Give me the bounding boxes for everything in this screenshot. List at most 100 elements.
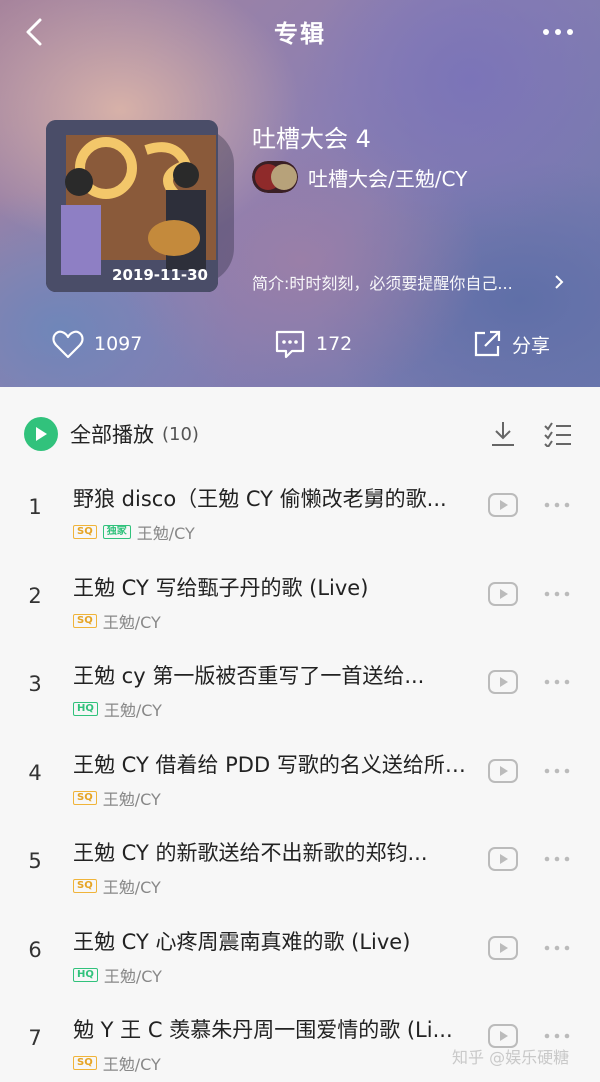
album-header: 专辑 2019-11-30 吐槽大会 4 吐槽大会/王勉/CY 简介:时时刻刻，… (0, 0, 600, 387)
song-count: (10) (162, 423, 199, 445)
song-artist: 王勉/CY (102, 1055, 161, 1074)
song-index: 6 (28, 937, 42, 962)
like-count: 1097 (94, 333, 143, 355)
artist-link[interactable]: 吐槽大会/王勉/CY (252, 160, 467, 194)
album-cover[interactable]: 2019-11-30 (46, 120, 218, 292)
comment-button[interactable]: 172 (274, 320, 352, 368)
quality-badge: HQ (73, 702, 98, 716)
heart-icon (52, 330, 84, 359)
quality-badge: SQ (73, 613, 97, 628)
intro-text: 简介:时时刻刻，必须要提醒你自己... (252, 274, 513, 293)
song-row[interactable]: 6 王勉 CY 心疼周震南真难的歌 (Live) HQ 王勉/CY (0, 906, 600, 994)
song-index: 3 (28, 672, 42, 696)
mv-play-icon (488, 847, 518, 871)
song-row[interactable]: 2 王勉 CY 写给甄子丹的歌 (Live) SQ 王勉/CY (0, 552, 600, 640)
song-index: 1 (28, 495, 42, 519)
song-index: 4 (28, 760, 42, 785)
song-meta: SQ 王勉/CY (73, 874, 161, 898)
more-dots-icon (544, 768, 570, 773)
exclusive-badge: 独家 (102, 525, 131, 539)
song-more-button[interactable] (542, 1028, 572, 1042)
song-artist: 王勉/CY (102, 878, 161, 897)
song-row[interactable]: 1 野狼 disco（王勉 CY 偷懒改老舅的歌... SQ 独家 王勉/CY (0, 463, 600, 551)
song-title: 王勉 CY 心疼周震南真难的歌 (Live) (73, 929, 411, 954)
share-icon (474, 330, 501, 357)
mv-play-icon (488, 493, 518, 517)
song-index: 2 (28, 583, 42, 608)
mv-play-button[interactable] (488, 758, 518, 783)
song-row[interactable]: 7 勉 Y 王 C 羡慕朱丹周一围爱情的歌 (Li... SQ 王勉/CY (0, 994, 600, 1082)
more-dots-icon (544, 679, 570, 685)
mv-play-button[interactable] (488, 847, 518, 871)
watermark: 知乎 @娱乐硬糖 (452, 1048, 570, 1067)
song-artist: 王勉/CY (103, 701, 162, 720)
song-more-button[interactable] (542, 674, 572, 688)
song-title: 王勉 CY 的新歌送给不出新歌的郑钧... (73, 841, 428, 865)
play-all-button[interactable]: 全部播放 (10) (24, 417, 199, 451)
album-name: 吐槽大会 4 (252, 125, 371, 153)
artist-name: 吐槽大会/王勉/CY (308, 166, 468, 191)
mv-play-icon (488, 758, 518, 783)
song-artist: 王勉/CY (136, 524, 195, 543)
quality-badge: SQ (73, 1056, 97, 1070)
more-dots-icon (544, 856, 570, 862)
quality-badge: SQ (73, 790, 97, 805)
comment-icon (275, 330, 305, 359)
song-title: 野狼 disco（王勉 CY 偷懒改老舅的歌... (73, 487, 447, 511)
song-title: 王勉 CY 写给甄子丹的歌 (Live) (73, 575, 369, 600)
share-button[interactable]: 分享 (472, 320, 550, 368)
more-dots-icon (544, 945, 570, 950)
song-meta: SQ 王勉/CY (73, 609, 161, 633)
song-row[interactable]: 3 王勉 cy 第一版被否重写了一首送给... HQ 王勉/CY (0, 640, 600, 728)
artist-avatar (252, 161, 298, 193)
more-dots-icon (544, 1033, 570, 1039)
quality-badge: SQ (73, 879, 97, 893)
song-index: 7 (28, 1026, 42, 1050)
mv-play-button[interactable] (488, 581, 518, 606)
more-dots-icon (544, 502, 570, 508)
quality-badge: SQ (73, 525, 97, 539)
song-title: 勉 Y 王 C 羡慕朱丹周一围爱情的歌 (Li... (73, 1018, 453, 1042)
share-label: 分享 (512, 334, 551, 357)
multiselect-button[interactable] (544, 421, 572, 449)
download-icon (492, 422, 514, 446)
download-button[interactable] (488, 419, 518, 449)
more-dots-icon (544, 591, 570, 596)
chevron-right-icon (555, 275, 564, 289)
song-list-area: 全部播放 (10) 1 野狼 disco（王勉 CY 偷懒改老舅的歌... SQ 独家… (0, 387, 600, 1082)
like-button[interactable]: 1097 (52, 320, 142, 368)
play-all-label: 全部播放 (70, 423, 154, 447)
song-meta: SQ 王勉/CY (73, 786, 161, 810)
quality-badge: HQ (73, 967, 98, 982)
mv-play-icon (488, 581, 518, 606)
song-artist: 王勉/CY (102, 612, 161, 632)
mv-play-button[interactable] (488, 493, 518, 517)
more-options-button[interactable] (540, 22, 576, 42)
song-more-button[interactable] (542, 586, 572, 600)
page-title: 专辑 (274, 20, 326, 48)
comment-count: 172 (316, 333, 353, 355)
song-title: 王勉 cy 第一版被否重写了一首送给... (73, 664, 425, 688)
play-icon (24, 417, 58, 451)
multiselect-icon (544, 422, 571, 449)
more-dots-icon (543, 29, 573, 35)
song-meta: HQ 王勉/CY (73, 697, 162, 721)
song-artist: 王勉/CY (102, 789, 161, 809)
mv-play-icon (488, 670, 518, 694)
song-more-button[interactable] (542, 940, 572, 954)
album-stats: 1097 172 分享 (0, 320, 600, 368)
song-index: 5 (28, 849, 42, 873)
mv-play-button[interactable] (488, 670, 518, 694)
song-title: 王勉 CY 借着给 PDD 写歌的名义送给所有... (73, 752, 477, 777)
cover-date: 2019-11-30 (112, 266, 208, 284)
song-row[interactable]: 5 王勉 CY 的新歌送给不出新歌的郑钧... SQ 王勉/CY (0, 817, 600, 905)
mv-play-button[interactable] (488, 935, 518, 960)
song-artist: 王勉/CY (103, 966, 162, 986)
song-more-button[interactable] (542, 497, 572, 511)
song-row[interactable]: 4 王勉 CY 借着给 PDD 写歌的名义送给所有... SQ 王勉/CY (0, 729, 600, 817)
album-intro[interactable]: 简介:时时刻刻，必须要提醒你自己... (252, 270, 572, 294)
song-more-button[interactable] (542, 763, 572, 777)
song-meta: SQ 独家 王勉/CY (73, 520, 195, 544)
top-bar: 专辑 (0, 0, 600, 64)
song-more-button[interactable] (542, 851, 572, 865)
